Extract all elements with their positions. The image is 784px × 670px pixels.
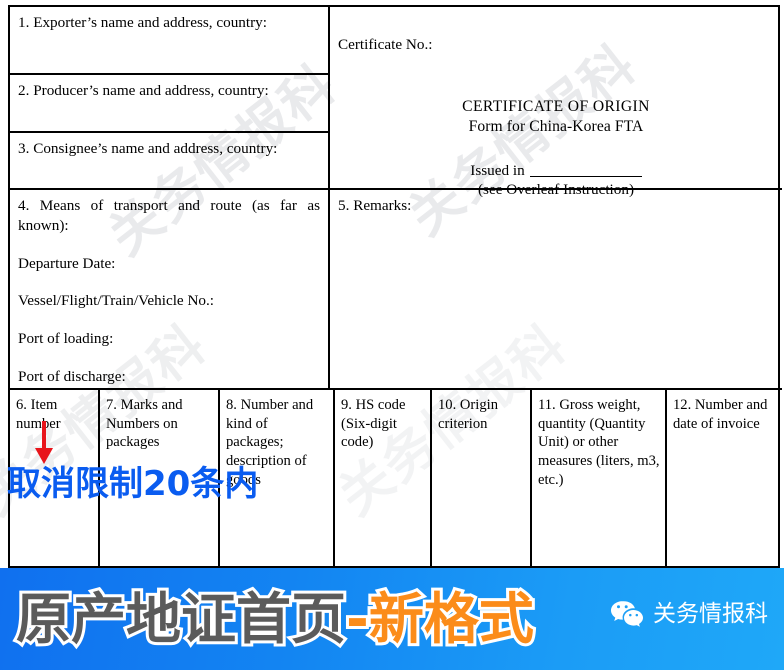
field-remarks[interactable]: 5. Remarks:	[330, 190, 782, 390]
wechat-icon	[611, 601, 643, 627]
banner-title-main: 原产地证首页	[13, 584, 349, 654]
field-certificate-header[interactable]: Certificate No.: CERTIFICATE OF ORIGIN F…	[330, 7, 782, 198]
banner-title-accent: -新格式	[343, 584, 537, 654]
field-departure-date-label: Departure Date:	[18, 254, 116, 272]
field-consignee[interactable]: 3. Consignee’s name and address, country…	[10, 133, 330, 190]
field-producer[interactable]: 2. Producer’s name and address, country:	[10, 75, 330, 133]
field-port-of-loading-label: Port of loading:	[18, 330, 114, 347]
issued-in-row: Issued in	[338, 161, 774, 180]
field-certificate-no-label: Certificate No.:	[338, 36, 433, 53]
field-exporter[interactable]: 1. Exporter’s name and address, country:	[10, 7, 330, 75]
field-remarks-label: 5. Remarks:	[338, 197, 412, 214]
issued-in-label: Issued in	[470, 161, 525, 179]
banner-title: 原产地证首页-新格式	[13, 582, 537, 656]
wechat-account-label: 关务情报科	[653, 601, 768, 627]
certificate-title-block: CERTIFICATE OF ORIGIN Form for China-Kor…	[338, 97, 774, 137]
annotation-note-text: 取消限制20条内	[7, 464, 259, 504]
field-port-of-discharge-label: Port of discharge:	[18, 367, 126, 385]
issued-in-input[interactable]	[529, 161, 642, 177]
field-consignee-label: 3. Consignee’s name and address, country…	[18, 140, 278, 157]
field-producer-label: 2. Producer’s name and address, country:	[18, 82, 269, 99]
column-gross-weight[interactable]: 11. Gross weight, quantity (Quantity Uni…	[532, 390, 667, 570]
column-hs-code[interactable]: 9. HS code (Six-digit code)	[335, 390, 432, 570]
field-transport-label-line1: 4. Means of transport and route (as far …	[18, 197, 320, 214]
certificate-subtitle: Form for China-Korea FTA	[468, 117, 644, 135]
red-arrow-icon	[35, 421, 53, 464]
bottom-banner: 原产地证首页-新格式 关务情报科	[0, 568, 784, 670]
column-invoice-number-date[interactable]: 12. Number and date of invoice	[667, 390, 782, 570]
field-exporter-label: 1. Exporter’s name and address, country:	[18, 14, 267, 31]
wechat-account-block[interactable]: 关务情报科	[610, 600, 768, 629]
column-origin-criterion[interactable]: 10. Origin criterion	[432, 390, 532, 570]
field-vessel-no-label: Vessel/Flight/Train/Vehicle No.:	[18, 292, 215, 310]
certificate-title: CERTIFICATE OF ORIGIN	[462, 97, 650, 115]
field-transport[interactable]: 4. Means of transport and route (as far …	[10, 190, 330, 390]
field-transport-label-line2: known):	[18, 216, 69, 234]
